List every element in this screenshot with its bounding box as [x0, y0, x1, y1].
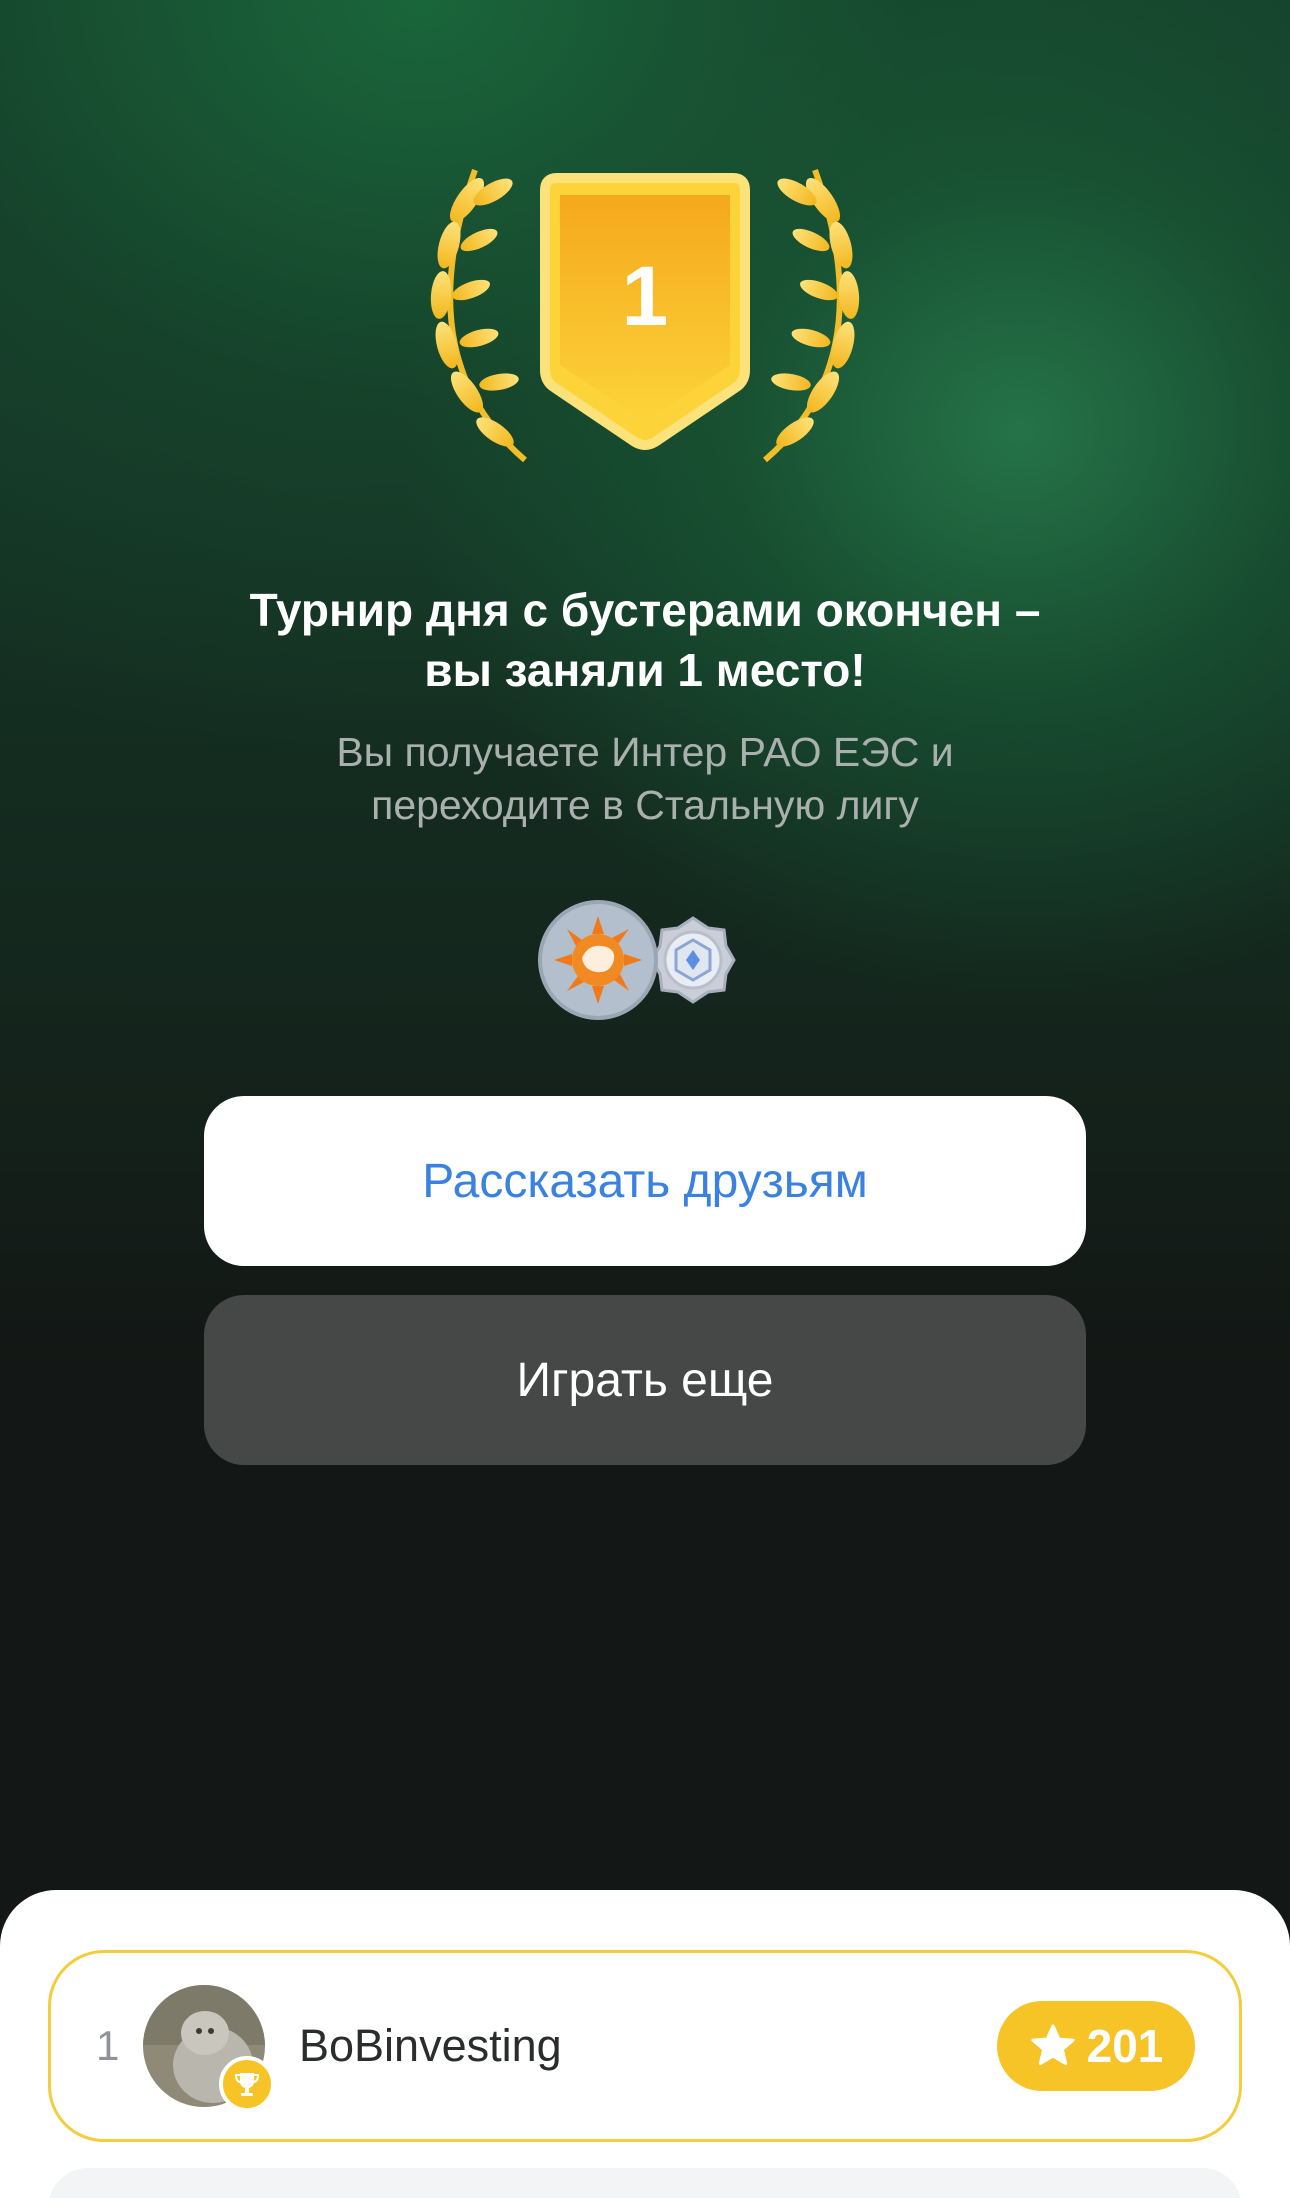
play-again-button[interactable]: Играть еще	[204, 1295, 1086, 1465]
result-title-line1: Турнир дня с бустерами окончен –	[249, 584, 1041, 636]
leaderboard-username: BoBinvesting	[299, 2020, 562, 2071]
inter-rao-logo-icon	[538, 900, 658, 1020]
result-subtitle: Вы получаете Интер РАО ЕЭС и переходите …	[0, 726, 1290, 832]
leaderboard-row[interactable]: 1 BoBinvesting 201	[48, 1950, 1242, 2142]
steel-league-badge-icon	[650, 916, 736, 1004]
share-with-friends-button[interactable]: Рассказать друзьям	[204, 1096, 1086, 1266]
place-emblem: 1	[0, 160, 1290, 480]
result-title-line2: вы заняли 1 место!	[424, 644, 866, 696]
leaderboard-row[interactable]	[48, 2168, 1242, 2198]
star-icon	[1031, 2024, 1075, 2065]
trophy-icon	[219, 2056, 275, 2112]
leaderboard-rank: 1	[96, 2022, 120, 2069]
leaderboard-sheet[interactable]: 1 BoBinvesting 201	[0, 1890, 1290, 2198]
tournament-result-screen: 1 Турнир дня с бустерами окончен – вы за…	[0, 0, 1290, 2198]
rewards-group	[538, 900, 738, 1030]
result-subtitle-line1: Вы получаете Интер РАО ЕЭС и	[336, 729, 954, 775]
score-badge: 201	[997, 2001, 1195, 2091]
result-subtitle-line2: переходите в Стальную лигу	[371, 782, 919, 828]
result-title: Турнир дня с бустерами окончен – вы заня…	[0, 580, 1290, 700]
place-number: 1	[621, 249, 669, 343]
score-value: 201	[1086, 2020, 1164, 2072]
